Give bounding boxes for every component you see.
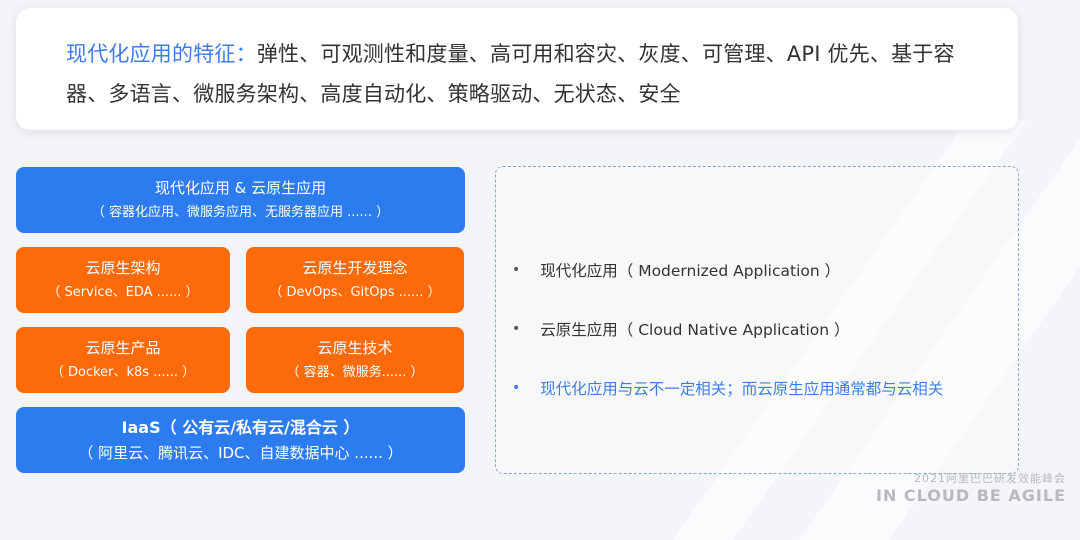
bullet-dot: • <box>512 321 521 337</box>
event-slogan: IN CLOUD BE AGILE <box>875 486 1066 505</box>
box-subtitle: （ DevOps、GitOps ...... ） <box>269 285 441 300</box>
box-title: 云原生产品 <box>85 339 161 357</box>
cloud-native-tech-box: 云原生技术 （ 容器、微服务...... ） <box>246 327 464 393</box>
event-name: 2021阿里巴巴研发效能峰会 <box>914 472 1066 485</box>
bullet-text: 现代化应用与云不一定相关；而云原生应用通常都与云相关 <box>540 380 944 398</box>
box-subtitle: （ Docker、k8s ...... ） <box>50 365 196 380</box>
cloud-native-architecture-box: 云原生架构 （ Service、EDA ...... ） <box>16 247 230 313</box>
cloud-native-dev-philosophy-box: 云原生开发理念 （ DevOps、GitOps ...... ） <box>246 247 464 313</box>
box-subtitle: （ 容器、微服务...... ） <box>286 365 424 380</box>
features-card: 现代化应用的特征：弹性、可观测性和度量、高可用和容灾、灰度、可管理、API 优先… <box>16 8 1018 130</box>
box-subtitle: （ Service、EDA ...... ） <box>47 285 199 300</box>
iaas-box: IaaS（ 公有云/私有云/混合云 ） （ 阿里云、腾讯云、IDC、自建数据中心… <box>16 407 465 473</box>
bullet-item-highlighted: • 现代化应用与云不一定相关；而云原生应用通常都与云相关 <box>512 377 943 399</box>
box-subtitle: （ 容器化应用、微服务应用、无服务器应用 ...... ） <box>91 205 390 220</box>
features-text: 现代化应用的特征：弹性、可观测性和度量、高可用和容灾、灰度、可管理、API 优先… <box>66 34 996 114</box>
definitions-panel: • 现代化应用（ Modernized Application ） • 云原生应… <box>495 166 1019 474</box>
bullet-dot: • <box>512 262 521 278</box>
box-title: 云原生架构 <box>85 259 161 277</box>
features-heading: 现代化应用的特征： <box>66 42 257 66</box>
bullet-item: • 现代化应用（ Modernized Application ） <box>512 259 840 281</box>
box-title: 云原生技术 <box>317 339 393 357</box>
bullet-dot: • <box>512 380 521 396</box>
box-title: IaaS（ 公有云/私有云/混合云 ） <box>121 418 360 437</box>
box-title: 现代化应用 & 云原生应用 <box>154 179 327 197</box>
bullet-text: 云原生应用（ Cloud Native Application ） <box>540 321 850 339</box>
event-brand: 2021阿里巴巴研发效能峰会 IN CLOUD BE AGILE <box>876 472 1066 506</box>
modern-cloud-native-app-box: 现代化应用 & 云原生应用 （ 容器化应用、微服务应用、无服务器应用 .....… <box>16 167 465 233</box>
bullet-item: • 云原生应用（ Cloud Native Application ） <box>512 318 850 340</box>
cloud-native-products-box: 云原生产品 （ Docker、k8s ...... ） <box>16 327 230 393</box>
box-subtitle: （ 阿里云、腾讯云、IDC、自建数据中心 ...... ） <box>78 444 403 462</box>
box-title: 云原生开发理念 <box>302 259 408 277</box>
bullet-text: 现代化应用（ Modernized Application ） <box>540 262 841 280</box>
